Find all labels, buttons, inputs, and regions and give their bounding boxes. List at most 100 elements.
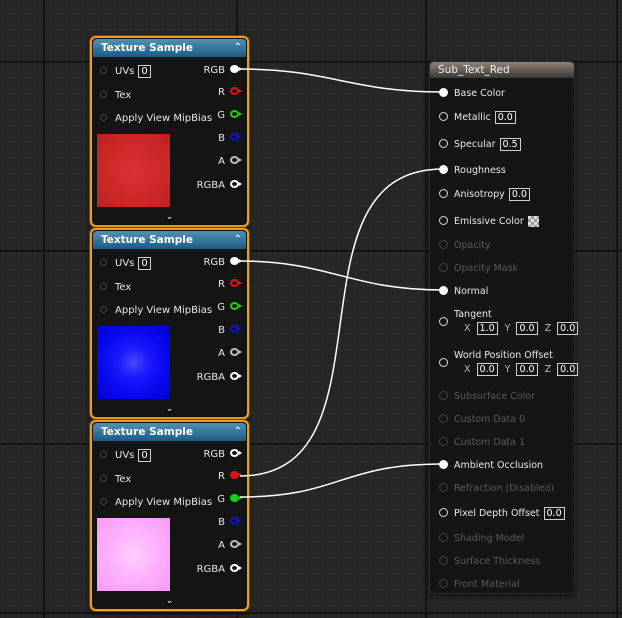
tangent-y-value[interactable]: 0.0 — [516, 322, 538, 335]
chevron-down-icon[interactable]: ⌄ — [92, 212, 247, 222]
texture-preview — [97, 326, 170, 399]
output-pin-b[interactable]: B — [218, 132, 242, 146]
pin-icon — [100, 305, 107, 313]
pin-anisotropy[interactable]: Anisotropy 0.0 — [439, 188, 530, 201]
pin-icon — [230, 302, 242, 310]
uvs-value[interactable]: 0 — [138, 257, 151, 270]
tex-input-pin[interactable]: Tex — [100, 89, 131, 103]
wire-rgb-to-base-color[interactable] — [239, 68, 444, 93]
uvs-value[interactable]: 0 — [138, 449, 151, 462]
wire-r-to-roughness[interactable] — [239, 168, 444, 477]
output-pin-a[interactable]: A — [218, 347, 242, 361]
output-pin-g[interactable]: G — [217, 109, 242, 123]
tex-input-pin[interactable]: Tex — [100, 473, 131, 487]
pin-specular[interactable]: Specular 0.5 — [439, 138, 521, 151]
pin-base-color[interactable]: Base Color — [439, 87, 505, 100]
wire-rgb-to-normal[interactable] — [239, 260, 444, 291]
texture-preview — [97, 518, 170, 591]
pin-icon — [100, 113, 107, 121]
pin-icon[interactable] — [439, 358, 448, 367]
pin-icon — [439, 112, 448, 121]
mipbias-input-pin[interactable]: Apply View MipBias — [100, 304, 212, 318]
pixel-depth-offset-value[interactable]: 0.0 — [543, 507, 565, 520]
anisotropy-value[interactable]: 0.0 — [508, 188, 530, 201]
chevron-up-icon[interactable]: ⌃ — [234, 39, 242, 57]
pin-icon — [100, 66, 107, 74]
output-pin-rgba[interactable]: RGBA — [197, 371, 242, 385]
pin-icon — [439, 414, 448, 423]
pin-icon — [230, 372, 242, 380]
tangent-x-value[interactable]: 1.0 — [476, 322, 498, 335]
pin-icon — [100, 258, 107, 266]
texture-sample-node-1[interactable]: Texture Sample ⌃ UVs 0 Tex Apply View MipB… — [90, 36, 249, 227]
pin-metallic[interactable]: Metallic 0.0 — [439, 111, 516, 124]
material-result-node[interactable]: Sub_Text_Red Base Color Metallic 0.0 Spec… — [429, 61, 579, 594]
metallic-value[interactable]: 0.0 — [494, 111, 516, 124]
pin-icon[interactable] — [439, 317, 448, 326]
pin-icon — [439, 88, 448, 97]
chevron-up-icon[interactable]: ⌃ — [234, 231, 242, 249]
specular-value[interactable]: 0.5 — [499, 138, 521, 151]
mipbias-input-pin[interactable]: Apply View MipBias — [100, 496, 212, 510]
pin-icon — [230, 449, 242, 457]
mipbias-input-pin[interactable]: Apply View MipBias — [100, 112, 212, 126]
material-graph-canvas[interactable]: Texture Sample ⌃ UVs 0 Tex Apply View MipB… — [0, 0, 622, 618]
pin-icon — [230, 257, 242, 265]
wpo-z-value[interactable]: 0.0 — [557, 363, 579, 376]
node-title: Texture Sample — [101, 234, 193, 246]
output-pin-rgba[interactable]: RGBA — [197, 179, 242, 193]
output-pin-b[interactable]: B — [218, 324, 242, 338]
pin-icon — [230, 110, 242, 118]
pin-icon — [230, 65, 242, 73]
output-pin-a[interactable]: A — [218, 155, 242, 169]
color-swatch-icon[interactable] — [527, 216, 539, 227]
texture-sample-node-3[interactable]: Texture Sample ⌃ UVs 0 Tex Apply View MipB… — [90, 420, 249, 611]
pin-icon — [439, 216, 448, 225]
chevron-down-icon[interactable]: ⌄ — [92, 404, 247, 414]
wire-g-to-ambient-occlusion[interactable] — [239, 463, 444, 498]
pin-icon — [230, 564, 242, 572]
pin-world-position-offset[interactable]: World Position Offset — [439, 349, 553, 362]
tex-input-pin[interactable]: Tex — [100, 281, 131, 295]
tangent-z-value[interactable]: 0.0 — [557, 322, 579, 335]
uvs-value[interactable]: 0 — [138, 65, 151, 78]
pin-icon — [439, 437, 448, 446]
output-pin-r[interactable]: R — [218, 278, 242, 292]
output-pin-rgb[interactable]: RGB — [203, 448, 242, 462]
material-node-title: Sub_Text_Red — [430, 62, 574, 78]
wpo-y-value[interactable]: 0.0 — [516, 363, 538, 376]
output-pin-rgba[interactable]: RGBA — [197, 563, 242, 577]
output-pin-b[interactable]: B — [218, 516, 242, 530]
output-pin-g[interactable]: G — [217, 493, 242, 507]
pin-roughness[interactable]: Roughness — [439, 164, 506, 177]
wpo-x-value[interactable]: 0.0 — [476, 363, 498, 376]
chevron-up-icon[interactable]: ⌃ — [234, 423, 242, 441]
pin-icon — [230, 156, 242, 164]
uvs-input-pin[interactable]: UVs 0 — [100, 65, 151, 79]
pin-normal[interactable]: Normal — [439, 285, 488, 298]
pin-icon — [230, 540, 242, 548]
pin-icon — [439, 556, 448, 565]
output-pin-g[interactable]: G — [217, 301, 242, 315]
texture-sample-node-2[interactable]: Texture Sample ⌃ UVs 0 Tex Apply View MipB… — [90, 228, 249, 419]
uvs-input-pin[interactable]: UVs 0 — [100, 449, 151, 463]
pin-pixel-depth-offset[interactable]: Pixel Depth Offset 0.0 — [439, 507, 565, 520]
pin-emissive-color[interactable]: Emissive Color — [439, 215, 539, 228]
pin-opacity: Opacity — [439, 239, 491, 252]
output-pin-r[interactable]: R — [218, 86, 242, 100]
uvs-input-pin[interactable]: UVs 0 — [100, 257, 151, 271]
texture-preview — [97, 134, 170, 207]
pin-icon — [230, 325, 242, 333]
pin-ambient-occlusion[interactable]: Ambient Occlusion — [439, 459, 543, 472]
pin-icon — [100, 282, 107, 290]
pin-icon — [230, 494, 242, 502]
node-title: Texture Sample — [101, 42, 193, 54]
pin-icon — [230, 517, 242, 525]
output-pin-r[interactable]: R — [218, 470, 242, 484]
output-pin-rgb[interactable]: RGB — [203, 256, 242, 270]
chevron-down-icon[interactable]: ⌄ — [92, 596, 247, 606]
pin-refraction: Refraction (Disabled) — [439, 482, 554, 495]
output-pin-rgb[interactable]: RGB — [203, 64, 242, 78]
pin-icon — [230, 180, 242, 188]
output-pin-a[interactable]: A — [218, 539, 242, 553]
